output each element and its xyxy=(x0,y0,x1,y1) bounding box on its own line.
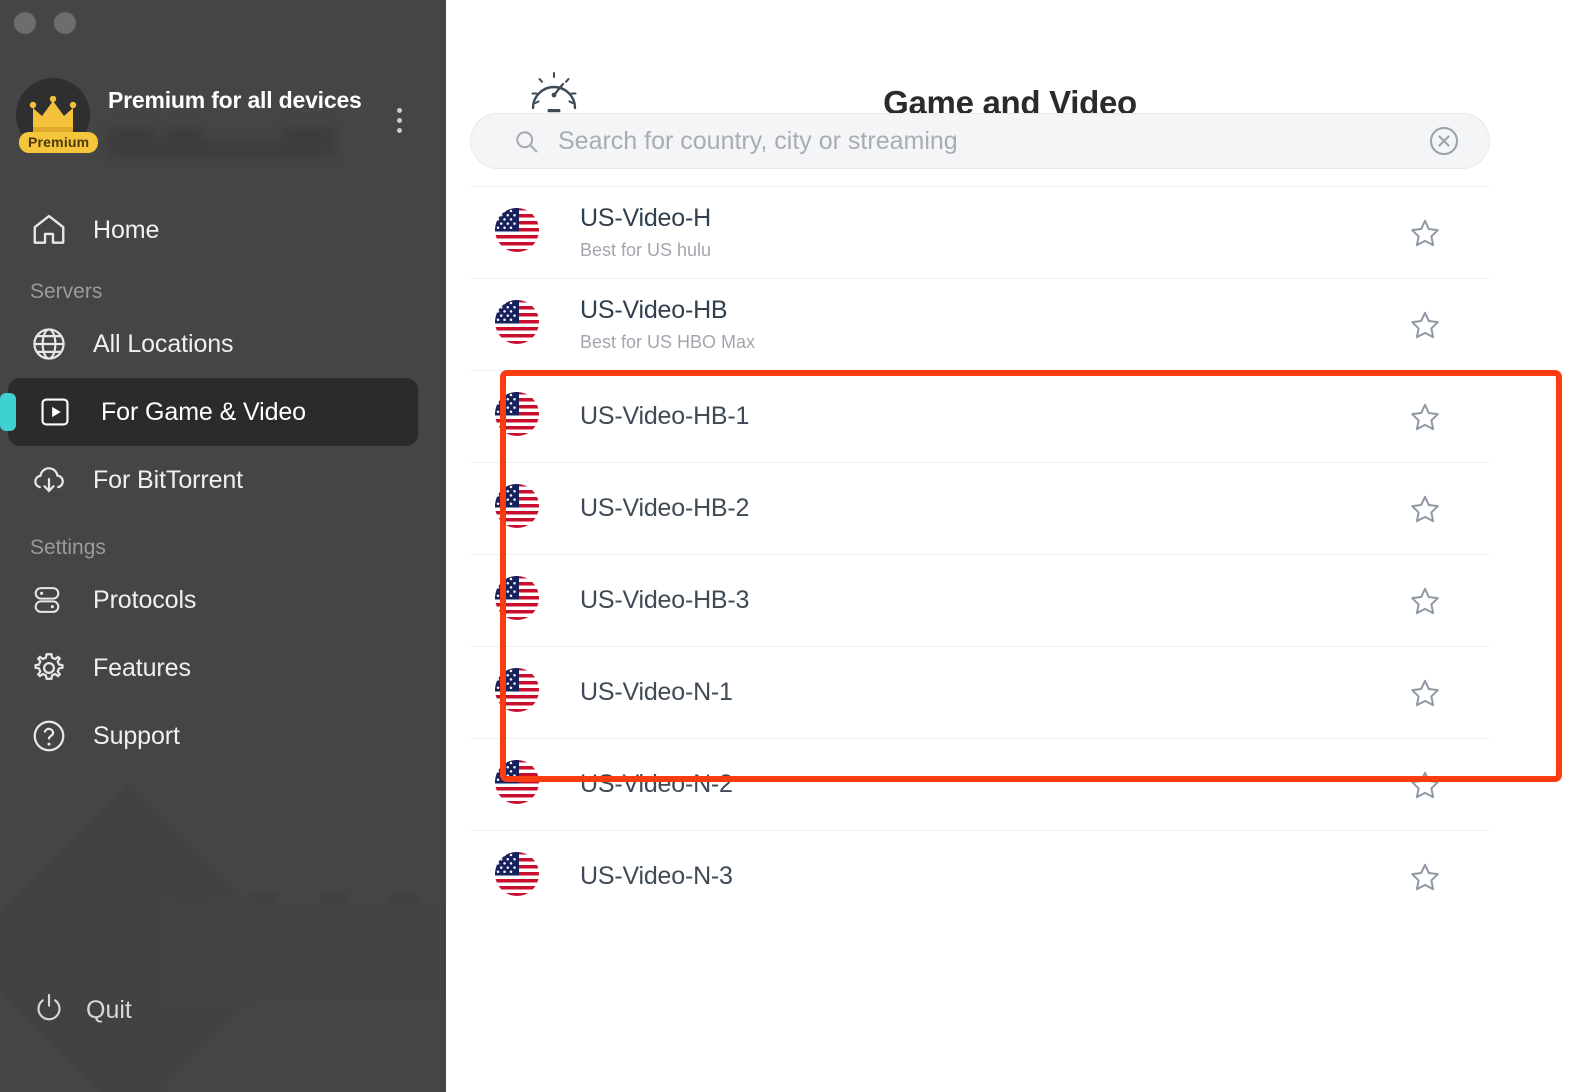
minimize-button[interactable] xyxy=(54,12,76,34)
favorite-star-icon[interactable] xyxy=(1402,492,1448,526)
server-name: US-Video-N-1 xyxy=(580,678,733,706)
table-row[interactable]: US-Video-N-3 xyxy=(470,830,1490,922)
premium-badge: Premium xyxy=(19,132,99,153)
server-list: US-Video-H Best for US hulu US-Video-HB … xyxy=(470,186,1490,922)
clear-circle-icon[interactable] xyxy=(1421,124,1467,158)
sidebar-item-label: All Locations xyxy=(93,329,234,358)
us-flag-icon xyxy=(494,391,540,442)
server-name: US-Video-HB-2 xyxy=(580,494,750,522)
sidebar-nav: Home Servers All Locations For Game & Vi… xyxy=(0,196,446,770)
server-info: US-Video-N-2 xyxy=(580,770,1402,799)
server-info: US-Video-HB-3 xyxy=(580,586,1402,615)
server-info: US-Video-HB Best for US HBO Max xyxy=(580,296,1402,353)
table-row[interactable]: US-Video-H Best for US hulu xyxy=(470,186,1490,278)
server-info: US-Video-N-3 xyxy=(580,862,1402,891)
sidebar-item-label: For Game & Video xyxy=(101,397,306,426)
us-flag-icon xyxy=(494,483,540,534)
sidebar-item-label: Support xyxy=(93,721,180,750)
server-info: US-Video-HB-2 xyxy=(580,494,1402,523)
main-panel: SPEED TEST Game and Video xyxy=(446,0,1574,1092)
account-title: Premium for all devices xyxy=(108,87,362,113)
sidebar-item-label: Home xyxy=(93,215,160,244)
server-name: US-Video-H xyxy=(580,204,711,232)
favorite-star-icon[interactable] xyxy=(1402,860,1448,894)
avatar: Premium xyxy=(16,78,99,160)
us-flag-icon xyxy=(494,667,540,718)
sidebar: Premium Premium for all devices Home Ser… xyxy=(0,0,446,1092)
server-name: US-Video-N-3 xyxy=(580,862,733,890)
server-name: US-Video-N-2 xyxy=(580,770,733,798)
us-flag-icon xyxy=(494,299,540,350)
us-flag-icon xyxy=(494,851,540,902)
favorite-star-icon[interactable] xyxy=(1402,308,1448,342)
us-flag-icon xyxy=(494,759,540,810)
account-header: Premium Premium for all devices xyxy=(16,78,430,164)
account-info: Premium for all devices xyxy=(108,87,398,157)
server-name: US-Video-HB-3 xyxy=(580,586,750,614)
quit-button[interactable]: Quit xyxy=(0,980,446,1040)
server-name: US-Video-HB-1 xyxy=(580,402,750,430)
sidebar-item-label: Protocols xyxy=(93,585,197,614)
sidebar-item-for-game-and-video[interactable]: For Game & Video xyxy=(0,378,418,446)
favorite-star-icon[interactable] xyxy=(1402,676,1448,710)
table-row[interactable]: US-Video-HB-3 xyxy=(470,554,1490,646)
server-info: US-Video-N-1 xyxy=(580,678,1402,707)
search-input[interactable] xyxy=(558,126,1421,156)
question-circle-icon xyxy=(30,717,76,755)
table-row[interactable]: US-Video-HB-2 xyxy=(470,462,1490,554)
table-row[interactable]: US-Video-HB Best for US HBO Max xyxy=(470,278,1490,370)
section-label-settings: Settings xyxy=(30,536,106,559)
server-name: US-Video-HB xyxy=(580,296,728,324)
section-label-servers: Servers xyxy=(30,280,103,303)
server-subtitle: Best for US hulu xyxy=(580,240,712,260)
favorite-star-icon[interactable] xyxy=(1402,216,1448,250)
gear-icon xyxy=(30,649,76,687)
crown-icon xyxy=(29,96,77,133)
table-row[interactable]: US-Video-N-2 xyxy=(470,738,1490,830)
sidebar-item-label: For BitTorrent xyxy=(93,465,244,494)
server-info: US-Video-HB-1 xyxy=(580,402,1402,431)
sidebar-item-label: Features xyxy=(93,653,191,682)
search-icon xyxy=(513,128,540,155)
server-info: US-Video-H Best for US hulu xyxy=(580,204,1402,261)
favorite-star-icon[interactable] xyxy=(1402,768,1448,802)
window-traffic-lights[interactable] xyxy=(14,12,76,34)
sidebar-item-all-locations[interactable]: All Locations xyxy=(0,310,446,378)
favorite-star-icon[interactable] xyxy=(1402,584,1448,618)
server-stack-icon xyxy=(30,583,76,617)
us-flag-icon xyxy=(494,207,540,258)
favorite-star-icon[interactable] xyxy=(1402,400,1448,434)
power-icon xyxy=(32,991,66,1030)
vpn-app-window: Premium Premium for all devices Home Ser… xyxy=(0,0,1574,1092)
sidebar-item-support[interactable]: Support xyxy=(0,702,446,770)
search-bar[interactable] xyxy=(470,113,1490,169)
home-icon xyxy=(30,211,76,249)
table-row[interactable]: US-Video-HB-1 xyxy=(470,370,1490,462)
cloud-download-icon xyxy=(30,461,76,499)
account-subtitle-redacted xyxy=(108,125,398,157)
quit-label: Quit xyxy=(86,995,132,1024)
us-flag-icon xyxy=(494,575,540,626)
sidebar-item-home[interactable]: Home xyxy=(0,196,446,264)
play-square-icon xyxy=(38,395,84,429)
sidebar-item-for-bittorrent[interactable]: For BitTorrent xyxy=(0,446,446,514)
table-row[interactable]: US-Video-N-1 xyxy=(470,646,1490,738)
sidebar-item-protocols[interactable]: Protocols xyxy=(0,566,446,634)
server-subtitle: Best for US HBO Max xyxy=(580,332,756,352)
sidebar-item-features[interactable]: Features xyxy=(0,634,446,702)
globe-icon xyxy=(30,325,76,363)
close-button[interactable] xyxy=(14,12,36,34)
kebab-menu-icon[interactable] xyxy=(386,102,412,138)
